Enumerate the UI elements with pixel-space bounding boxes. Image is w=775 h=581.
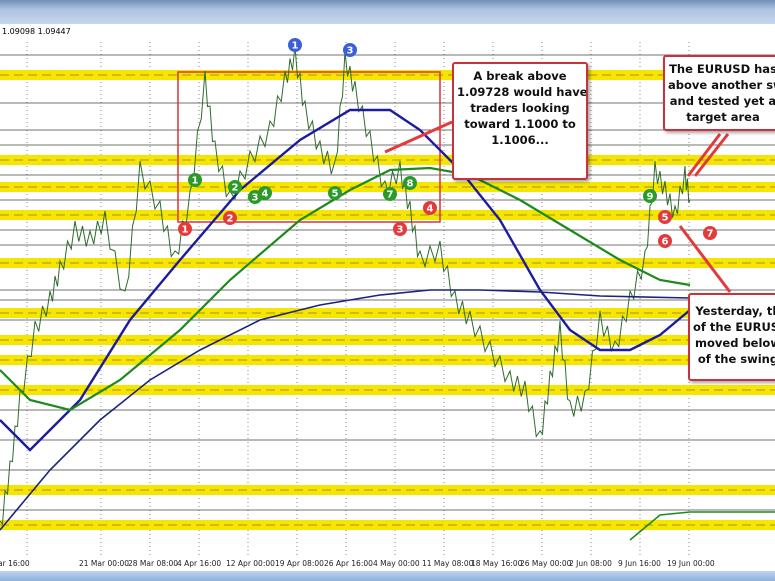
callout-line: of the EURUSD (693, 320, 775, 334)
callout-line: A break above (473, 69, 567, 83)
marker-label: 4 (427, 204, 434, 215)
green-swing-marker: 7 (383, 187, 397, 201)
callout-line: of the swing (697, 352, 775, 366)
price-chart: 1 3123 4 5 7891234567 (0, 38, 775, 557)
marker-label: 2 (227, 214, 234, 225)
callout-line: toward 1.1000 to (464, 117, 576, 131)
marker-label: 3 (347, 46, 354, 57)
time-tick-label: 4 May 00:00 (373, 559, 420, 568)
red-swing-marker: 6 (658, 234, 672, 248)
marker-label: 3 (252, 193, 259, 204)
window-title-bar (0, 0, 775, 24)
red-swing-marker: 2 (223, 211, 237, 225)
time-axis: ar 16:00 21 Mar 00:00 28 Mar 08:00 4 Apr 16… (0, 557, 775, 571)
callout-line: target area (686, 110, 760, 124)
blue-swing-marker: 3 (343, 43, 357, 57)
callout-line: and tested yet a (669, 94, 775, 108)
series (0, 45, 775, 541)
series-ma-green (0, 166, 691, 412)
red-swing-marker: 3 (393, 222, 407, 236)
marker-label: 7 (707, 229, 714, 240)
callout-line: 1.09728 would have (457, 85, 588, 99)
time-tick-label: 12 Apr 00:00 (226, 559, 275, 568)
time-tick-label: 9 Jun 16:00 (618, 559, 661, 568)
callout-line: The EURUSD has (669, 62, 775, 76)
callout-line: above another sw (668, 78, 775, 92)
callout-line: Yesterday, th (695, 304, 775, 318)
green-swing-marker: 9 (643, 189, 657, 203)
break-callout: A break above 1.09728 would have traders… (452, 62, 588, 180)
green-swing-marker: 5 (328, 186, 342, 200)
marker-label: 3 (397, 225, 404, 236)
green-swing-marker: 1 (188, 173, 202, 187)
green-swing-marker: 4 (258, 186, 272, 200)
marker-label: 5 (662, 213, 669, 224)
red-swing-marker: 1 (178, 222, 192, 236)
time-tick-label: 11 May 08:00 (422, 559, 474, 568)
time-tick-label: 26 Apr 16:00 (324, 559, 373, 568)
marker-label: 4 (262, 189, 269, 200)
range-box (177, 71, 441, 223)
callout-line: traders looking (470, 101, 570, 115)
red-swing-marker: 7 (703, 226, 717, 240)
marker-label: 7 (387, 190, 394, 201)
marker-label: 1 (182, 225, 189, 236)
green-swing-marker: 8 (403, 176, 417, 190)
marker-label: 2 (232, 183, 239, 194)
ohlc-readout: 1.09098 1.09447 (2, 27, 71, 36)
time-tick-label: 18 May 16:00 (471, 559, 523, 568)
status-bar (0, 571, 775, 581)
time-tick-label: 4 Apr 16:00 (177, 559, 222, 568)
red-swing-marker: 4 (423, 201, 437, 215)
marker-label: 1 (192, 176, 199, 187)
time-tick-label: 19 Jun 00:00 (667, 559, 715, 568)
horizontal-levels (0, 54, 775, 511)
time-tick-label: ar 16:00 (0, 559, 30, 568)
marker-label: 1 (292, 41, 299, 52)
green-swing-marker: 2 (228, 180, 242, 194)
red-swing-marker: 5 (658, 210, 672, 224)
time-tick-label: 26 May 00:00 (520, 559, 572, 568)
marker-label: 5 (332, 189, 339, 200)
time-tick-label: 2 Jun 08:00 (569, 559, 612, 568)
vertical-gridlines (26, 42, 690, 557)
top-right-callout: The EURUSD has above another sw and test… (663, 55, 775, 131)
callout-line: moved below (695, 336, 775, 350)
marker-label: 8 (407, 179, 414, 190)
marker-label: 9 (647, 192, 654, 203)
time-tick-label: 21 Mar 00:00 (79, 559, 130, 568)
marker-label: 6 (662, 237, 669, 248)
time-tick-label: 28 Mar 08:00 (128, 559, 179, 568)
callout-line: 1.1006... (491, 133, 549, 147)
blue-swing-marker: 1 (288, 38, 302, 52)
bottom-right-callout: Yesterday, th of the EURUSD moved below … (688, 293, 775, 381)
time-tick-label: 19 Apr 08:00 (275, 559, 324, 568)
